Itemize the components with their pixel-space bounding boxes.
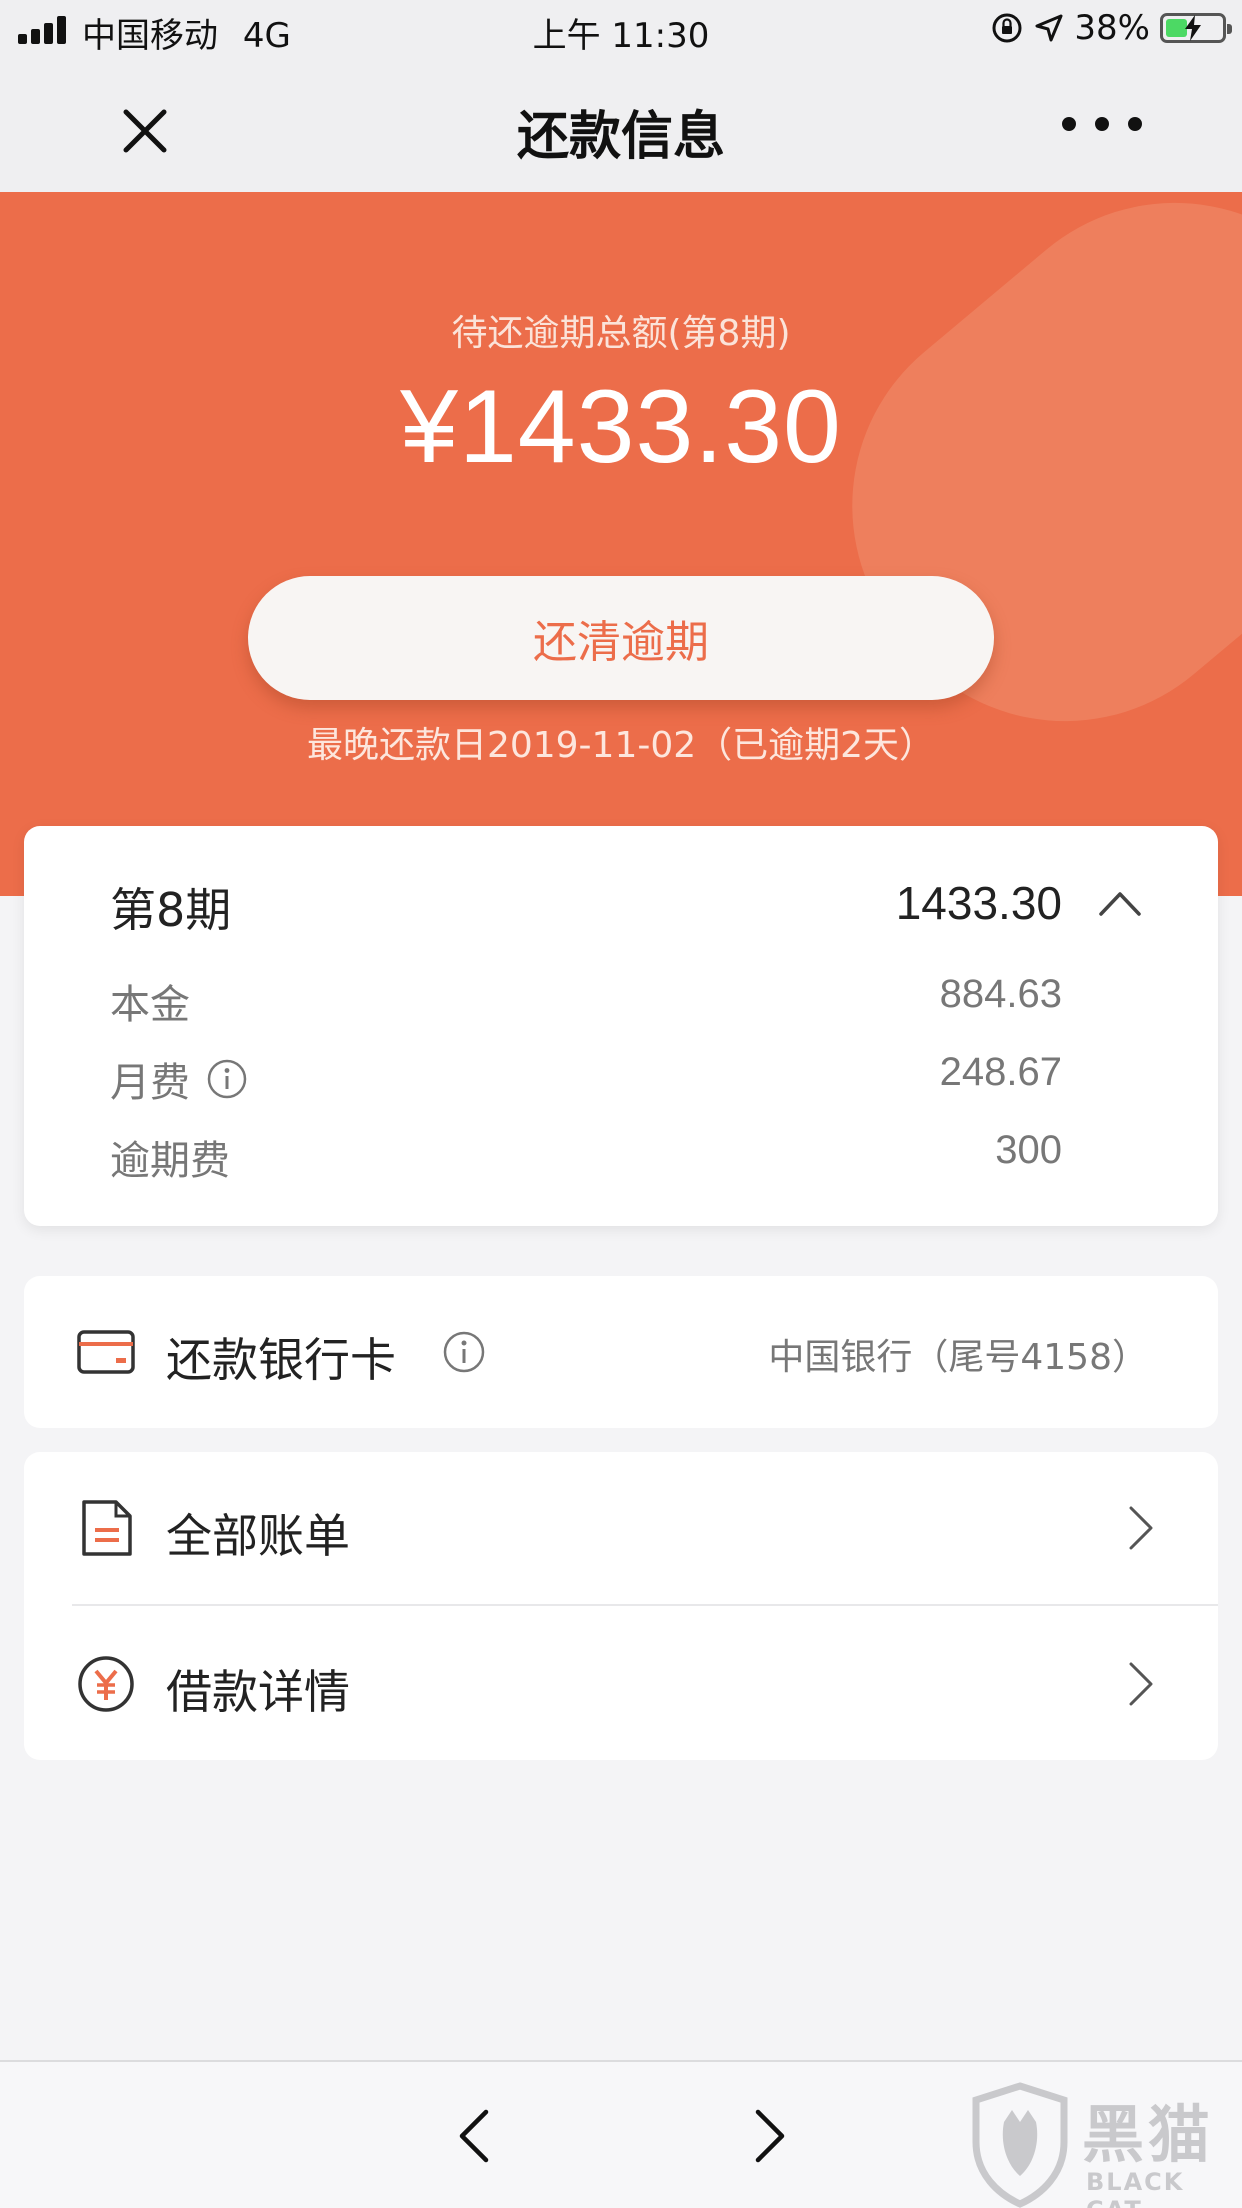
orientation-lock-icon — [992, 13, 1022, 43]
overdue-fee-row: 逾期费 300 — [110, 1128, 1062, 1184]
hero-decoration — [770, 192, 1242, 803]
info-icon[interactable] — [206, 1058, 248, 1100]
period-title: 第8期 — [110, 883, 232, 937]
period-total: 1433.30 — [895, 877, 1062, 929]
monthly-fee-value: 248.67 — [939, 1050, 1062, 1094]
back-arrow-icon[interactable] — [454, 2106, 494, 2166]
due-date-text: 最晚还款日2019-11-02（已逾期2天） — [306, 725, 936, 766]
more-icon[interactable] — [1062, 104, 1142, 144]
overdue-fee-value: 300 — [995, 1128, 1062, 1172]
cat-shield-logo — [972, 2082, 1068, 2208]
period-card: 第8期 1433.30 本金 884.63 月费 248.67 逾期费 300 — [24, 826, 1218, 1226]
location-arrow-icon — [1035, 14, 1063, 42]
chevron-right-icon — [1129, 1506, 1153, 1550]
overdue-hero: 待还逾期总额(第8期) ¥1433.30 还清逾期 最晚还款日2019-11-0… — [0, 192, 1242, 896]
chevron-right-icon — [1129, 1662, 1153, 1706]
repayment-bank-card-row[interactable]: 还款银行卡 中国银行（尾号4158） — [24, 1276, 1218, 1428]
loan-details-row[interactable]: 借款详情 — [24, 1606, 1218, 1760]
monthly-fee-row: 月费 248.67 — [110, 1050, 1062, 1106]
nav-bar: 还款信息 — [0, 60, 1242, 192]
watermark-text: 黑猫 — [1082, 2098, 1215, 2171]
all-bills-label: 全部账单 — [166, 1509, 350, 1563]
forward-arrow-icon[interactable] — [750, 2106, 790, 2166]
battery-percent: 38% — [1074, 8, 1150, 48]
watermark: 黑猫 BLACK CAT — [970, 2082, 1240, 2208]
bottom-toolbar: 黑猫 BLACK CAT — [0, 2060, 1242, 2208]
links-card: 全部账单 借款详情 — [24, 1452, 1218, 1760]
bank-card-value: 中国银行（尾号4158） — [768, 1337, 1148, 1378]
monthly-fee-label: 月费 — [110, 1060, 190, 1106]
status-right-group: 38% — [990, 8, 1232, 48]
overdue-total-label: 待还逾期总额(第8期) — [451, 313, 791, 354]
principal-label: 本金 — [110, 982, 190, 1028]
repay-overdue-button[interactable]: 还清逾期 — [248, 576, 994, 700]
principal-value: 884.63 — [939, 972, 1062, 1016]
watermark-subtext: BLACK CAT — [1086, 2168, 1185, 2208]
status-bar: 中国移动 4G 上午 11:30 38% — [0, 0, 1242, 60]
overdue-total-amount: ¥1433.30 — [400, 369, 842, 485]
battery-cap — [1227, 24, 1232, 34]
battery-icon — [1160, 13, 1232, 43]
principal-row: 本金 884.63 — [110, 972, 1062, 1028]
info-icon[interactable] — [442, 1330, 486, 1374]
loan-details-label: 借款详情 — [166, 1665, 350, 1719]
yuan-icon — [78, 1656, 134, 1712]
bill-icon — [82, 1500, 132, 1556]
chevron-up-icon[interactable] — [1098, 888, 1142, 918]
page-title: 还款信息 — [516, 107, 725, 167]
bank-card-label: 还款银行卡 — [166, 1333, 396, 1387]
all-bills-row[interactable]: 全部账单 — [24, 1452, 1218, 1604]
overdue-fee-label: 逾期费 — [110, 1138, 230, 1184]
charging-bolt-icon — [1185, 15, 1201, 41]
bank-card-icon — [77, 1330, 135, 1374]
